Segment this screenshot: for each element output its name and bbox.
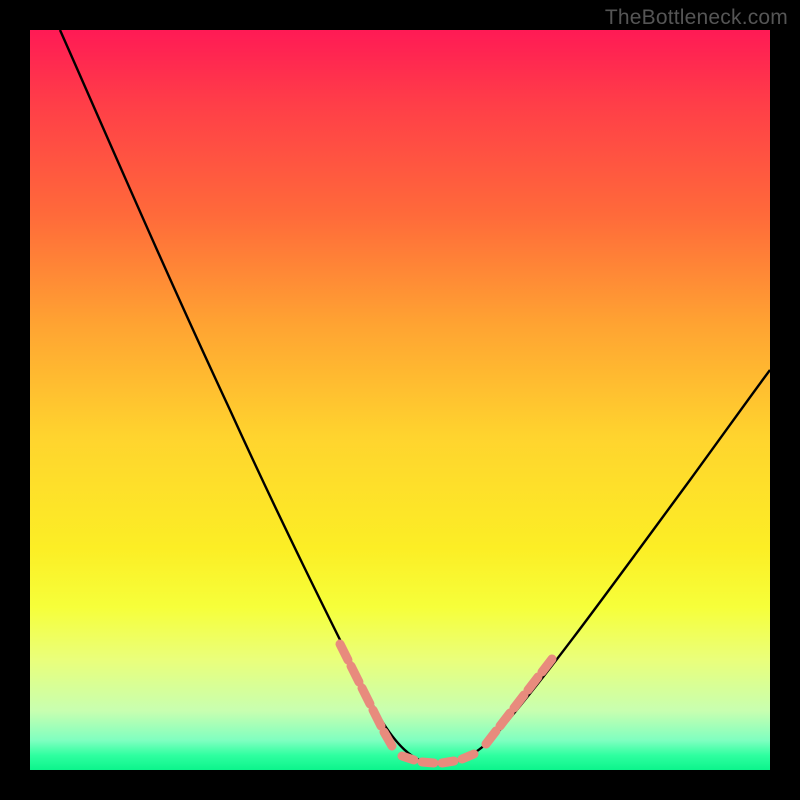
chart-container: TheBottleneck.com (0, 0, 800, 800)
primary-curve (60, 30, 770, 764)
watermark-text: TheBottleneck.com (605, 6, 788, 30)
dash-overlay (340, 644, 552, 763)
plot-area (30, 30, 770, 770)
curve-layer (30, 30, 770, 770)
